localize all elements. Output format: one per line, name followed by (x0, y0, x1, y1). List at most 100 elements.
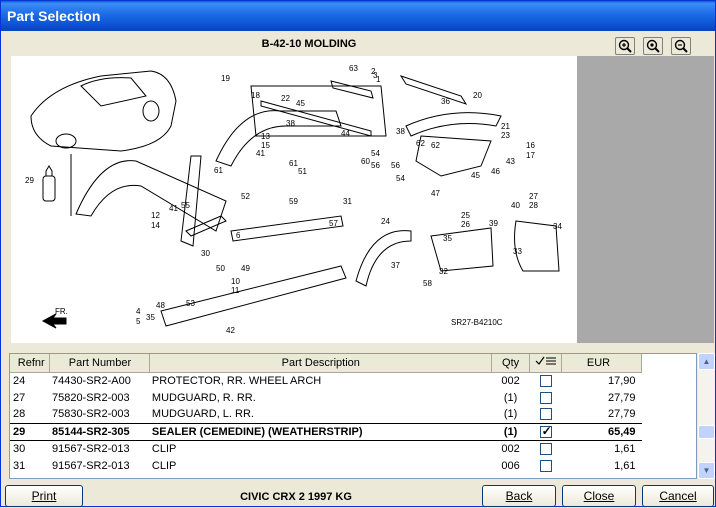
svg-text:32: 32 (439, 267, 448, 276)
table-row[interactable]: 24 74430-SR2-A00 PROTECTOR, RR. WHEEL AR… (10, 372, 642, 389)
table-row[interactable]: 28 75830-SR2-003 MUDGUARD, L. RR. (1) 27… (10, 406, 642, 423)
scroll-thumb[interactable] (698, 425, 715, 439)
svg-text:61: 61 (214, 166, 223, 175)
svg-text:58: 58 (423, 279, 432, 288)
diagram-title: B-42-10 MOLDING (261, 38, 357, 50)
print-label: Print (31, 489, 57, 503)
cell-description: SEALER (CEMEDINE) (WEATHERSTRIP) (149, 422, 492, 441)
svg-text:54: 54 (371, 149, 380, 158)
svg-text:14: 14 (151, 221, 160, 230)
cancel-button[interactable]: Cancel (642, 485, 714, 507)
cell-qty: 006 (501, 459, 520, 472)
cell-eur: 1,61 (614, 442, 636, 455)
svg-text:56: 56 (391, 161, 400, 170)
diagram-direction-label: FR. (55, 307, 68, 316)
svg-text:24: 24 (381, 217, 390, 226)
svg-text:35: 35 (443, 234, 452, 243)
svg-text:38: 38 (286, 119, 295, 128)
cell-eur: 17,90 (607, 374, 636, 387)
svg-text:34: 34 (553, 222, 562, 231)
cell-description: MUDGUARD, R. RR. (151, 391, 256, 404)
svg-text:3: 3 (373, 71, 378, 80)
svg-text:35: 35 (146, 313, 155, 322)
scroll-up-button[interactable]: ▲ (698, 353, 715, 370)
cell-refnr: 29 (10, 422, 50, 441)
col-part-number[interactable]: Part Number (49, 354, 151, 373)
svg-text:13: 13 (261, 132, 270, 141)
col-description[interactable]: Part Description (149, 354, 493, 373)
table-header-row: Refnr Part Number Part Description Qty E… (10, 354, 642, 373)
svg-text:12: 12 (151, 211, 160, 220)
svg-text:29: 29 (25, 176, 34, 185)
svg-text:41: 41 (256, 149, 265, 158)
svg-text:26: 26 (461, 220, 470, 229)
svg-text:49: 49 (241, 264, 250, 273)
parts-table: Refnr Part Number Part Description Qty E… (9, 353, 697, 479)
svg-text:22: 22 (281, 94, 290, 103)
table-row[interactable]: 30 91567-SR2-013 CLIP 002 1,61 (10, 440, 642, 457)
svg-text:43: 43 (506, 157, 515, 166)
cell-refnr: 31 (13, 459, 26, 472)
scroll-down-button[interactable]: ▼ (698, 462, 715, 479)
row-checkbox[interactable] (539, 442, 552, 455)
cell-refnr: 24 (13, 374, 26, 387)
print-button[interactable]: Print (5, 485, 83, 507)
table-row[interactable]: 27 75820-SR2-003 MUDGUARD, R. RR. (1) 27… (10, 389, 642, 406)
diagram-ref-code: SR27-B4210C (451, 318, 503, 327)
svg-text:38: 38 (396, 127, 405, 136)
svg-text:31: 31 (343, 197, 352, 206)
cell-part-number: 74430-SR2-A00 (51, 374, 131, 387)
svg-text:44: 44 (341, 129, 350, 138)
svg-text:4: 4 (136, 307, 141, 316)
svg-text:59: 59 (289, 197, 298, 206)
svg-text:25: 25 (461, 211, 470, 220)
table-scrollbar[interactable]: ▲ ▼ (698, 353, 715, 479)
table-row[interactable]: 31 91567-SR2-013 CLIP 006 1,61 (10, 457, 642, 474)
svg-text:30: 30 (201, 249, 210, 258)
svg-text:63: 63 (349, 64, 358, 73)
row-checkbox[interactable] (539, 391, 552, 404)
svg-text:42: 42 (226, 326, 235, 335)
col-refnr[interactable]: Refnr (10, 354, 51, 373)
col-eur[interactable]: EUR (561, 354, 642, 373)
cell-part-number: 85144-SR2-305 (49, 422, 150, 441)
cell-description: MUDGUARD, L. RR. (151, 408, 254, 421)
cell-eur: 27,79 (607, 391, 636, 404)
svg-text:36: 36 (441, 97, 450, 106)
svg-text:60: 60 (361, 157, 370, 166)
svg-text:18: 18 (251, 91, 260, 100)
svg-text:54: 54 (396, 174, 405, 183)
svg-text:53: 53 (186, 299, 195, 308)
close-button[interactable]: Close (562, 485, 636, 507)
row-checkbox[interactable] (539, 424, 552, 438)
row-checkbox[interactable] (539, 374, 552, 387)
col-select[interactable] (529, 354, 563, 373)
zoom-fit-icon (646, 39, 660, 53)
back-label: Back (505, 489, 533, 503)
zoom-fit-button[interactable] (643, 37, 663, 55)
svg-text:19: 19 (221, 74, 230, 83)
back-button[interactable]: Back (482, 485, 556, 507)
svg-text:39: 39 (489, 219, 498, 228)
cell-refnr: 27 (13, 391, 26, 404)
row-checkbox[interactable] (539, 408, 552, 421)
cell-refnr: 30 (13, 442, 26, 455)
parts-diagram[interactable]: FR. SR27-B4210C 29 19 18 22 45 38 63 2 1 3 36 20… (11, 56, 577, 343)
col-qty[interactable]: Qty (491, 354, 531, 373)
svg-text:41: 41 (169, 204, 178, 213)
parts-diagram-drawing: FR. SR27-B4210C 291918 224538 63 213 3620… (25, 64, 562, 335)
cell-description: PROTECTOR, RR. WHEEL ARCH (151, 374, 322, 387)
checklist-icon (535, 356, 556, 366)
svg-text:11: 11 (231, 286, 240, 295)
zoom-out-button[interactable] (671, 37, 691, 55)
cell-refnr: 28 (13, 408, 26, 421)
cell-description: CLIP (151, 459, 177, 472)
cell-eur: 65,49 (561, 422, 642, 441)
row-checkbox[interactable] (539, 459, 552, 472)
zoom-in-button[interactable] (615, 37, 635, 55)
svg-text:48: 48 (156, 301, 165, 310)
diagram-side-panel (577, 56, 714, 343)
svg-text:10: 10 (231, 277, 240, 286)
svg-text:46: 46 (491, 167, 500, 176)
table-row-selected[interactable]: 29 85144-SR2-305 SEALER (CEMEDINE) (WEAT… (10, 422, 642, 441)
